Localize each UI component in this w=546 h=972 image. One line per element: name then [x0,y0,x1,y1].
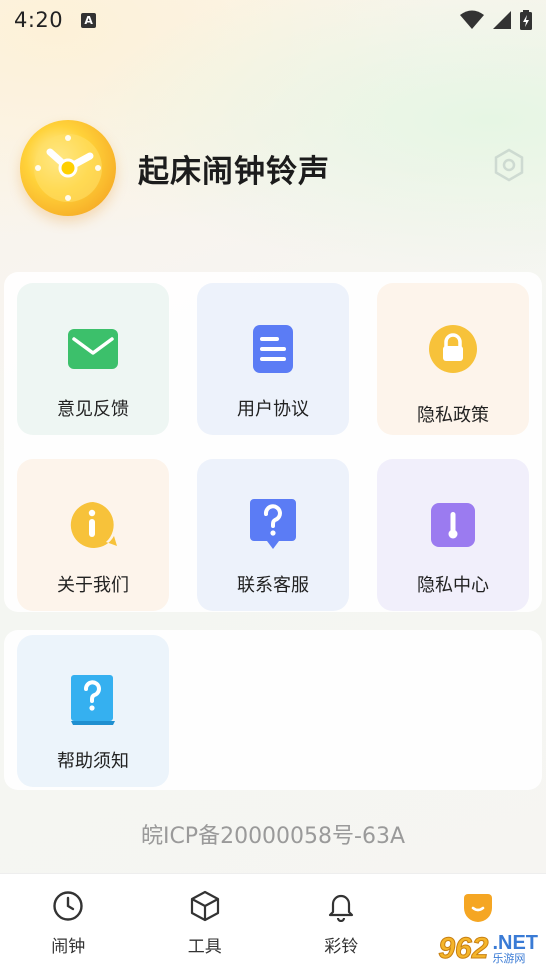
profile-header: 起床闹钟铃声 [20,118,530,218]
nav-item-ringtone[interactable]: 彩铃 [273,874,410,972]
question-bubble-icon [250,499,296,549]
watermark-domain: .NET [492,932,538,954]
status-indicators [460,10,532,30]
menu-item-help[interactable]: 帮助须知 [17,635,169,787]
menu-item-privacy-policy[interactable]: 隐私政策 [377,283,529,435]
thermometer-icon [431,503,475,547]
help-book-icon [71,675,115,725]
clock-icon [53,891,83,921]
wifi-icon [460,10,484,29]
battery-icon [520,10,532,30]
info-icon [70,502,117,548]
clock-icon [34,134,102,202]
app-title: 起床闹钟铃声 [138,153,330,190]
icp-license[interactable]: 皖ICP备20000058号-63A [0,818,546,850]
watermark-subtitle: 乐游网 [492,952,526,965]
menu-item-label: 隐私政策 [417,405,489,426]
watermark: 962 .NET 乐游网 [438,932,538,966]
lock-icon [429,325,477,373]
status-bar: 4:20 A [0,0,546,40]
menu-item-privacy-center[interactable]: 隐私中心 [377,459,529,611]
nav-label: 彩铃 [324,937,359,957]
menu-item-label: 意见反馈 [57,399,129,420]
nav-label: 闹钟 [51,937,86,957]
nav-label: 工具 [187,937,222,957]
menu-item-label: 用户协议 [237,399,309,420]
box-icon [190,890,219,922]
signal-icon [493,11,511,29]
notification-icon: A [81,12,97,28]
bottom-nav: 闹钟 工具 彩铃 962 .NET 乐游网 [0,873,546,972]
menu-item-label: 帮助须知 [57,751,129,772]
menu-item-label: 关于我们 [57,575,129,596]
nav-item-alarm[interactable]: 闹钟 [0,874,137,972]
menu-item-label: 隐私中心 [417,575,489,596]
bell-icon [329,894,354,922]
menu-item-label: 联系客服 [237,575,309,596]
menu-item-feedback[interactable]: 意见反馈 [17,283,169,435]
app-avatar[interactable] [20,120,116,216]
settings-icon[interactable] [492,148,526,182]
status-time: 4:20 [14,8,64,32]
nav-item-tools[interactable]: 工具 [137,874,274,972]
profile-icon [463,894,492,922]
menu-item-customer-service[interactable]: 联系客服 [197,459,349,611]
mail-icon [68,329,118,369]
document-icon [253,325,293,373]
menu-item-user-agreement[interactable]: 用户协议 [197,283,349,435]
menu-item-about-us[interactable]: 关于我们 [17,459,169,611]
watermark-number: 962 [438,932,489,966]
